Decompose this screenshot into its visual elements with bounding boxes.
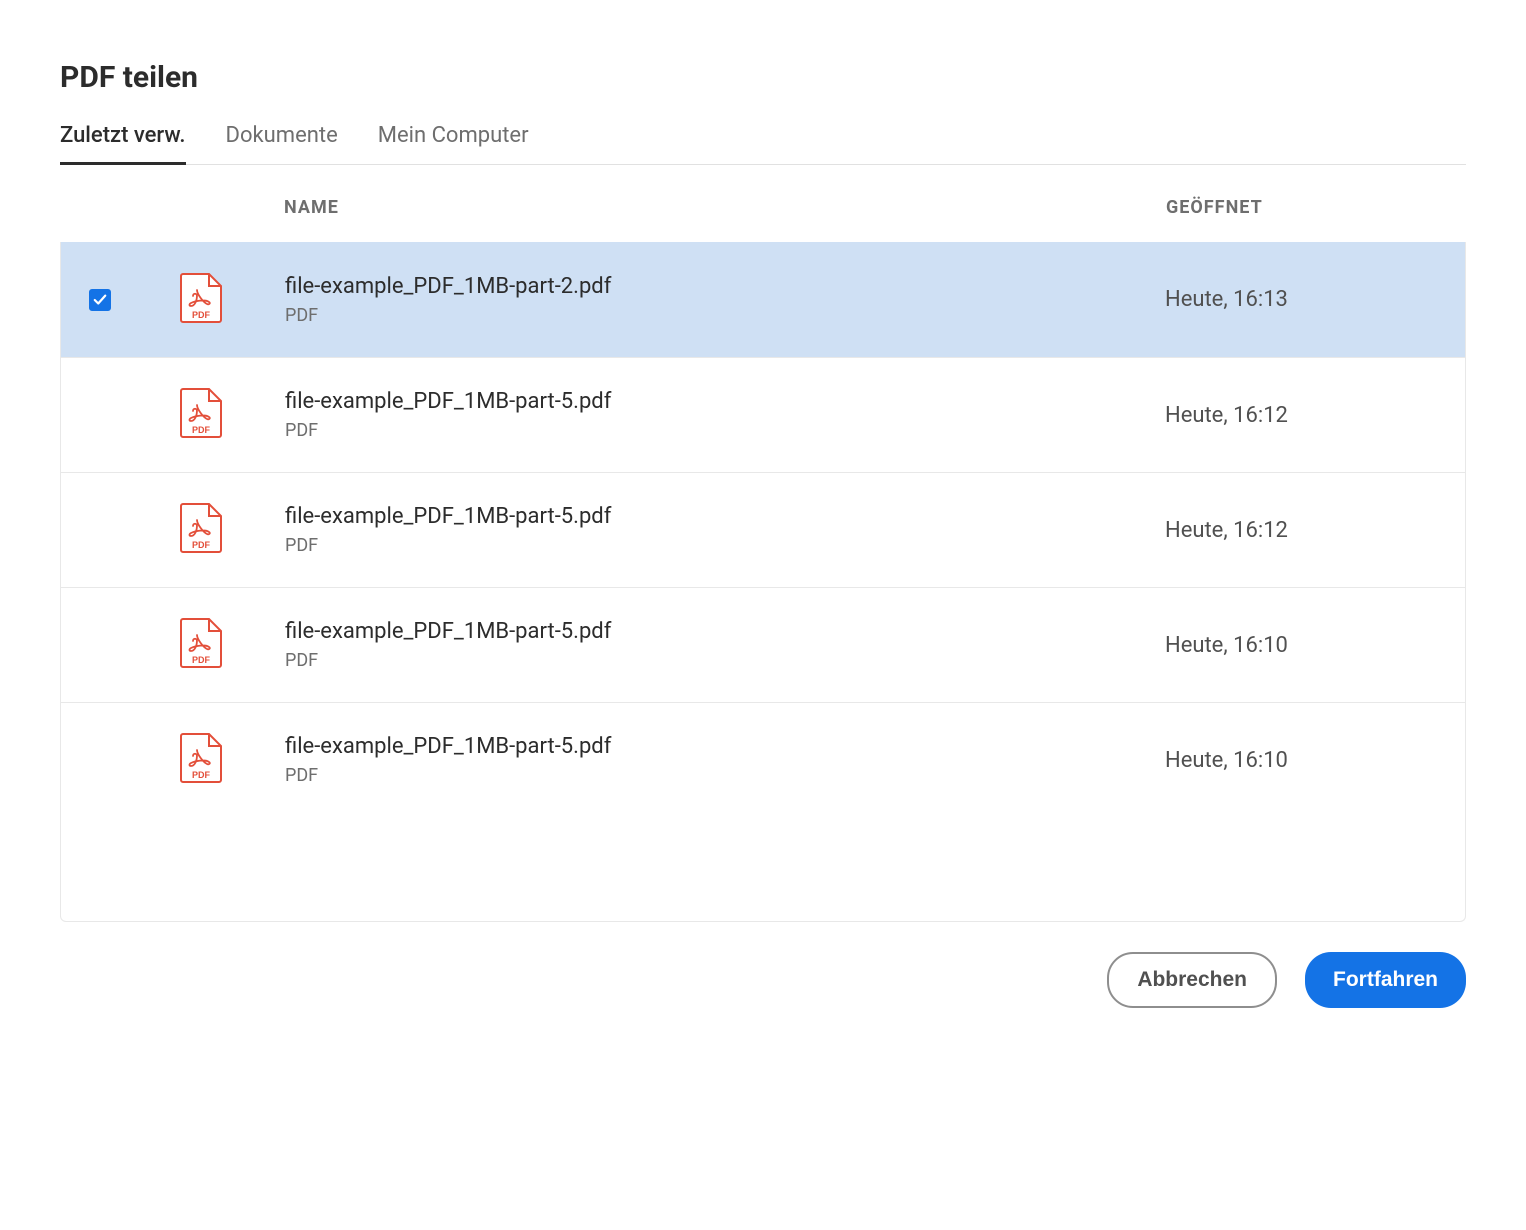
pdf-file-icon: PDF bbox=[179, 272, 223, 324]
pdf-file-icon: PDF bbox=[179, 387, 223, 439]
tab-documents[interactable]: Dokumente bbox=[226, 123, 338, 164]
continue-button[interactable]: Fortfahren bbox=[1305, 952, 1466, 1008]
file-opened: Heute, 16:12 bbox=[1165, 518, 1288, 543]
file-type: PDF bbox=[285, 420, 1165, 441]
file-name: file-example_PDF_1MB-part-5.pdf bbox=[285, 619, 1165, 644]
pdf-file-icon: PDF bbox=[179, 502, 223, 554]
file-opened: Heute, 16:10 bbox=[1165, 748, 1288, 773]
table-row[interactable]: PDF file-example_PDF_1MB-part-5.pdf PDF … bbox=[61, 702, 1465, 817]
tabs: Zuletzt verw. Dokumente Mein Computer bbox=[60, 123, 1466, 165]
check-icon bbox=[93, 293, 107, 307]
file-name: file-example_PDF_1MB-part-5.pdf bbox=[285, 504, 1165, 529]
file-opened: Heute, 16:12 bbox=[1165, 403, 1288, 428]
tab-recent[interactable]: Zuletzt verw. bbox=[60, 123, 186, 164]
file-type: PDF bbox=[285, 305, 1165, 326]
dialog-footer: Abbrechen Fortfahren bbox=[60, 952, 1466, 1008]
share-pdf-dialog: PDF teilen Zuletzt verw. Dokumente Mein … bbox=[0, 0, 1526, 1048]
file-type: PDF bbox=[285, 650, 1165, 671]
svg-text:PDF: PDF bbox=[192, 540, 211, 550]
table-row[interactable]: PDF file-example_PDF_1MB-part-2.pdf PDF … bbox=[61, 242, 1465, 357]
svg-text:PDF: PDF bbox=[192, 655, 211, 665]
table-header: NAME GEÖFFNET bbox=[60, 165, 1466, 242]
column-header-opened[interactable]: GEÖFFNET bbox=[1166, 197, 1263, 218]
file-name: file-example_PDF_1MB-part-5.pdf bbox=[285, 389, 1165, 414]
file-opened: Heute, 16:10 bbox=[1165, 633, 1288, 658]
svg-text:PDF: PDF bbox=[192, 310, 211, 320]
tab-my-computer[interactable]: Mein Computer bbox=[378, 123, 529, 164]
file-opened: Heute, 16:13 bbox=[1165, 287, 1288, 312]
file-name: file-example_PDF_1MB-part-5.pdf bbox=[285, 734, 1165, 759]
file-name: file-example_PDF_1MB-part-2.pdf bbox=[285, 274, 1165, 299]
cancel-button[interactable]: Abbrechen bbox=[1107, 952, 1277, 1008]
table-row[interactable]: PDF file-example_PDF_1MB-part-5.pdf PDF … bbox=[61, 357, 1465, 472]
svg-text:PDF: PDF bbox=[192, 770, 211, 780]
svg-text:PDF: PDF bbox=[192, 425, 211, 435]
column-header-name[interactable]: NAME bbox=[284, 197, 339, 218]
pdf-file-icon: PDF bbox=[179, 617, 223, 669]
file-list: PDF file-example_PDF_1MB-part-2.pdf PDF … bbox=[61, 242, 1465, 817]
pdf-file-icon: PDF bbox=[179, 732, 223, 784]
table-row[interactable]: PDF file-example_PDF_1MB-part-5.pdf PDF … bbox=[61, 472, 1465, 587]
file-type: PDF bbox=[285, 535, 1165, 556]
file-table: PDF file-example_PDF_1MB-part-2.pdf PDF … bbox=[60, 242, 1466, 922]
row-checkbox[interactable] bbox=[89, 289, 111, 311]
dialog-title: PDF teilen bbox=[60, 60, 1466, 95]
file-type: PDF bbox=[285, 765, 1165, 786]
table-row[interactable]: PDF file-example_PDF_1MB-part-5.pdf PDF … bbox=[61, 587, 1465, 702]
